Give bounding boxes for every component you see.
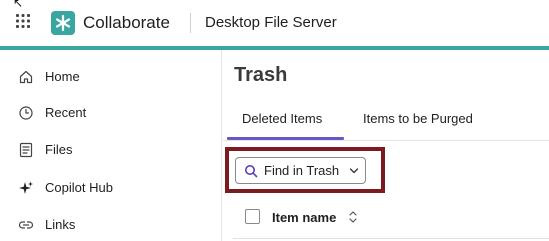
app-header: ↖ Collaborate Desktop File Server: [0, 0, 549, 46]
header-divider: [190, 13, 191, 33]
tab-label: Items to be Purged: [363, 111, 473, 126]
search-icon: [245, 165, 258, 178]
sidebar: Home Recent Files Copilot Hub Links: [0, 50, 222, 241]
sidebar-item-files[interactable]: Files: [0, 135, 222, 165]
sidebar-item-label: Copilot Hub: [45, 180, 113, 195]
page-title: Trash: [234, 64, 288, 86]
files-icon: [19, 142, 33, 158]
sparkle-icon: [19, 181, 33, 194]
collaborate-logo[interactable]: [51, 11, 75, 35]
table-header-divider: [233, 238, 549, 239]
column-header-item-name[interactable]: Item name: [272, 210, 336, 226]
chevron-down-icon: [349, 168, 359, 174]
sidebar-item-label: Home: [45, 69, 80, 84]
mouse-cursor-icon: ↖: [13, 0, 24, 10]
sidebar-item-home[interactable]: Home: [0, 62, 222, 92]
app-grid-icon[interactable]: [16, 14, 30, 28]
home-icon: [19, 70, 33, 84]
sidebar-item-label: Links: [45, 217, 76, 232]
sidebar-item-recent[interactable]: Recent: [0, 98, 222, 128]
sidebar-item-label: Recent: [45, 105, 87, 120]
brand-name[interactable]: Collaborate: [83, 13, 170, 33]
clock-icon: [19, 106, 33, 120]
select-all-checkbox[interactable]: [245, 209, 260, 224]
tab-deleted-items[interactable]: Deleted Items: [227, 110, 344, 140]
find-in-trash-label: Find in Trash: [264, 163, 340, 178]
sort-icon[interactable]: [348, 210, 358, 224]
asterisk-logo-icon: [55, 14, 71, 32]
server-name: Desktop File Server: [205, 14, 337, 31]
tabs-divider: [223, 140, 549, 141]
sidebar-item-links[interactable]: Links: [0, 210, 222, 240]
tab-label: Deleted Items: [242, 111, 323, 126]
sidebar-item-label: Files: [45, 142, 73, 157]
sidebar-item-copilot-hub[interactable]: Copilot Hub: [0, 173, 222, 203]
main-content: Trash Deleted Items Items to be Purged F…: [223, 50, 549, 241]
tab-items-to-be-purged[interactable]: Items to be Purged: [363, 110, 503, 140]
link-icon: [18, 221, 34, 229]
find-in-trash-button[interactable]: Find in Trash: [235, 157, 366, 184]
